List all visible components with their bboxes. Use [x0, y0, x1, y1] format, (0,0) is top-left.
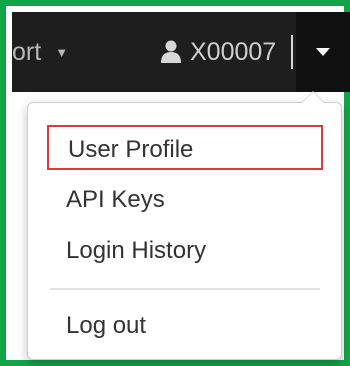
user-dropdown-toggle[interactable]: [296, 12, 350, 92]
top-navbar: ort ▼ X00007: [12, 12, 350, 92]
caret-down-icon: [316, 48, 330, 56]
menu-divider: [50, 288, 320, 290]
user-dropdown-menu: User Profile API Keys Login History Log …: [27, 102, 342, 360]
menu-item-log-out[interactable]: Log out: [66, 306, 146, 346]
nav-divider: [291, 35, 293, 69]
menu-item-user-profile[interactable]: User Profile: [47, 125, 323, 170]
menu-item-api-keys[interactable]: API Keys: [66, 180, 165, 220]
dropdown-arrow: [302, 92, 324, 103]
nav-item-support[interactable]: ort ▼: [12, 12, 112, 92]
screenshot-frame: ort ▼ X00007 User Profile API Keys Login…: [0, 0, 350, 366]
user-icon: [161, 40, 181, 63]
user-name: X00007: [190, 37, 277, 66]
user-menu-toggle[interactable]: X00007: [160, 12, 276, 92]
menu-item-login-history[interactable]: Login History: [66, 231, 206, 271]
nav-item-support-label: ort: [12, 37, 42, 66]
caret-down-icon: ▼: [55, 44, 69, 60]
